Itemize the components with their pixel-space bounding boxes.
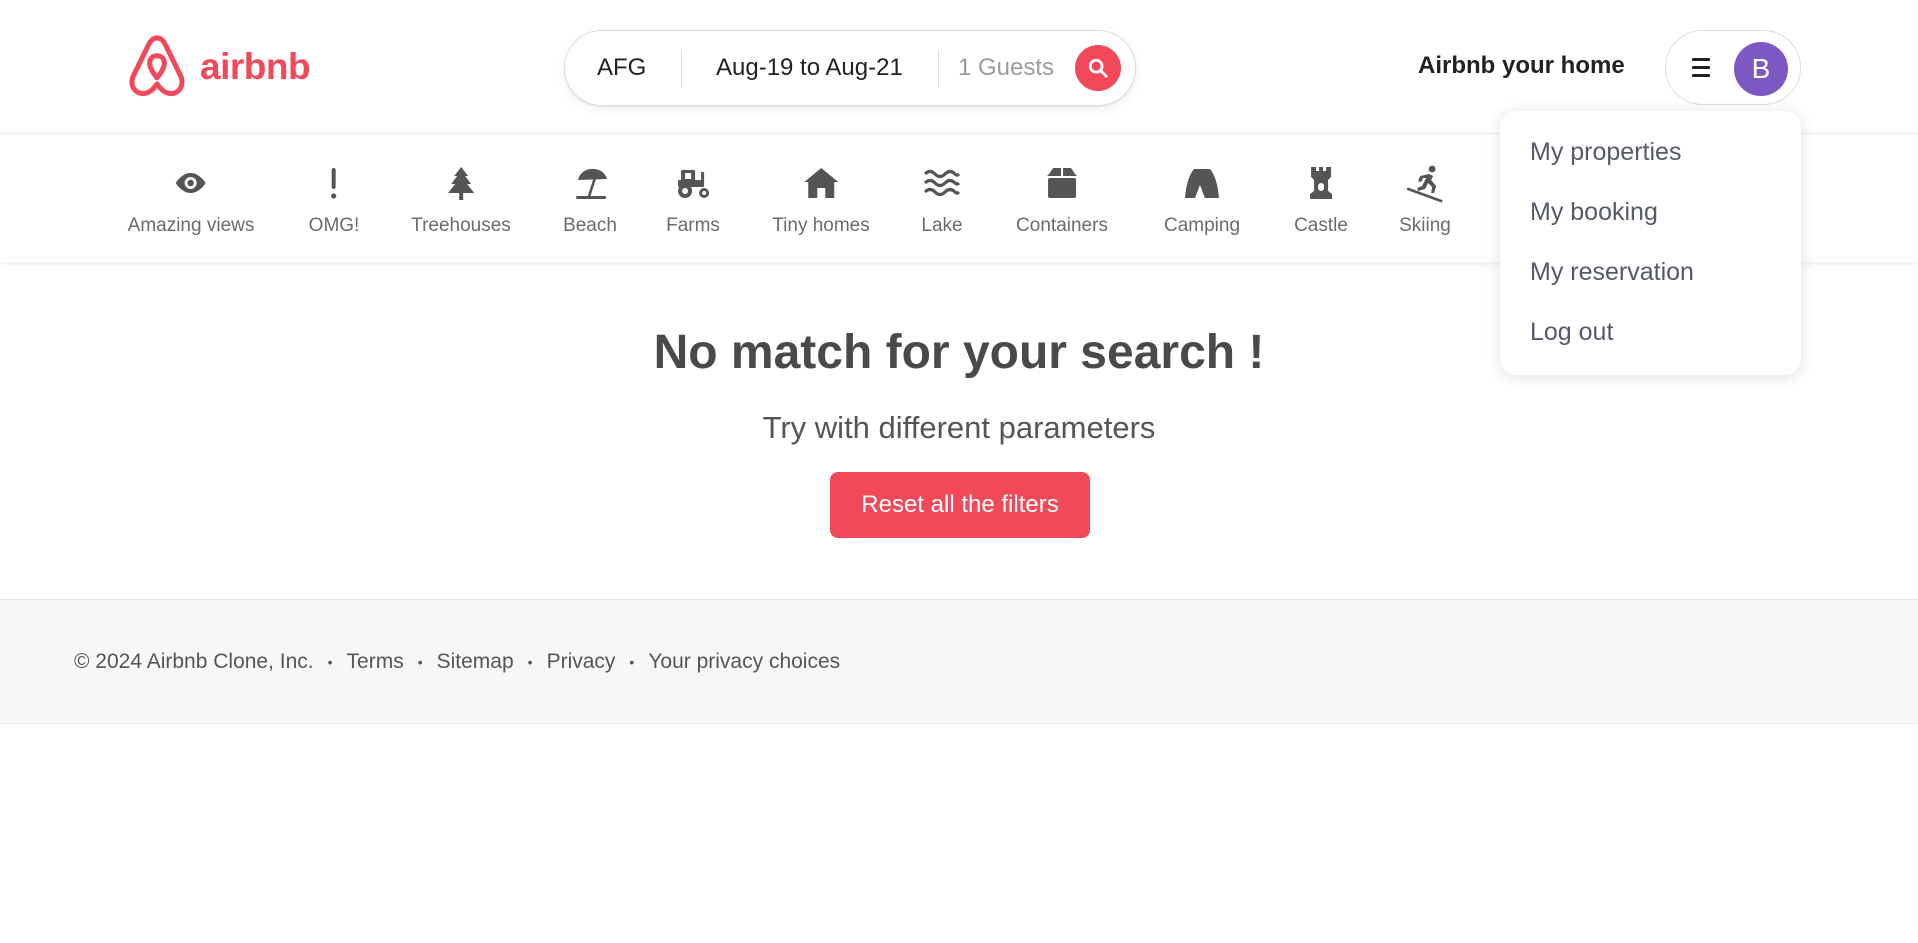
category-label: Containers <box>1016 215 1108 236</box>
search-divider <box>681 50 682 88</box>
category-label: Castle <box>1294 215 1348 236</box>
search-guests[interactable]: 1 Guests <box>958 54 1054 82</box>
footer-link-privacy-choices[interactable]: Your privacy choices <box>648 650 840 674</box>
user-menu-button[interactable]: B <box>1665 30 1801 105</box>
category-omg[interactable]: OMG! <box>308 163 360 237</box>
airbnb-logo[interactable]: airbnb <box>126 34 311 100</box>
footer-copyright: © 2024 Airbnb Clone, Inc. <box>74 650 314 673</box>
skier-icon <box>1406 165 1443 203</box>
footer-separator: • <box>327 654 333 670</box>
search-bar[interactable]: AFG Aug-19 to Aug-21 1 Guests <box>564 30 1136 106</box>
category-camping[interactable]: Camping <box>1164 163 1240 237</box>
category-label: Camping <box>1163 215 1241 236</box>
category-castle[interactable]: Castle <box>1294 163 1348 237</box>
tree-icon <box>447 167 474 200</box>
category-farms[interactable]: Farms <box>666 163 720 237</box>
category-label: Tiny homes <box>772 215 870 236</box>
category-label: Treehouses <box>411 215 511 236</box>
airbnb-your-home-link[interactable]: Airbnb your home <box>1418 52 1625 80</box>
house-icon <box>804 168 838 198</box>
eye-icon <box>176 173 206 193</box>
category-treehouses[interactable]: Treehouses <box>411 163 511 237</box>
tent-icon <box>1184 169 1219 198</box>
category-label: Beach <box>563 215 617 236</box>
search-icon <box>1088 58 1108 78</box>
footer: © 2024 Airbnb Clone, Inc. • Terms • Site… <box>0 599 1918 724</box>
category-label: Skiing <box>1399 215 1451 236</box>
water-icon <box>923 169 961 197</box>
search-divider <box>938 50 939 88</box>
category-tiny-homes[interactable]: Tiny homes <box>772 163 870 237</box>
airbnb-logo-icon <box>129 35 185 97</box>
exclamation-icon <box>331 168 337 199</box>
menu-item-my-properties[interactable]: My properties <box>1530 138 1681 167</box>
footer-link-sitemap[interactable]: Sitemap <box>437 650 514 674</box>
avatar: B <box>1734 42 1788 96</box>
menu-item-log-out[interactable]: Log out <box>1530 318 1613 347</box>
footer-link-terms[interactable]: Terms <box>347 650 404 674</box>
footer-links-row: © 2024 Airbnb Clone, Inc. • Terms • Site… <box>74 650 840 674</box>
category-skiing[interactable]: Skiing <box>1399 163 1451 237</box>
category-label: Lake <box>921 215 963 236</box>
footer-separator: • <box>629 654 635 670</box>
search-dates[interactable]: Aug-19 to Aug-21 <box>716 54 903 82</box>
category-label: OMG! <box>308 215 360 236</box>
logo-text: airbnb <box>200 46 311 87</box>
tractor-icon <box>677 170 709 198</box>
category-beach[interactable]: Beach <box>563 163 617 237</box>
category-amazing-views[interactable]: Amazing views <box>127 163 255 237</box>
castle-icon <box>1309 167 1332 199</box>
reset-filters-button[interactable]: Reset all the filters <box>830 472 1090 538</box>
search-button[interactable] <box>1075 45 1121 91</box>
menu-item-my-reservation[interactable]: My reservation <box>1530 258 1694 287</box>
category-label: Amazing views <box>127 215 255 236</box>
menu-item-my-booking[interactable]: My booking <box>1530 198 1658 227</box>
no-match-subtitle: Try with different parameters <box>762 410 1156 445</box>
category-containers[interactable]: Containers <box>1016 163 1108 237</box>
footer-link-privacy[interactable]: Privacy <box>547 650 616 674</box>
footer-separator: • <box>527 654 533 670</box>
hamburger-menu-icon <box>1692 58 1710 82</box>
category-lake[interactable]: Lake <box>921 163 963 237</box>
box-icon <box>1046 168 1077 198</box>
user-dropdown-menu: My properties My booking My reservation … <box>1500 111 1801 375</box>
umbrella-beach-icon <box>576 168 607 199</box>
footer-separator: • <box>417 654 423 670</box>
search-where[interactable]: AFG <box>597 54 646 82</box>
category-label: Farms <box>666 215 720 236</box>
